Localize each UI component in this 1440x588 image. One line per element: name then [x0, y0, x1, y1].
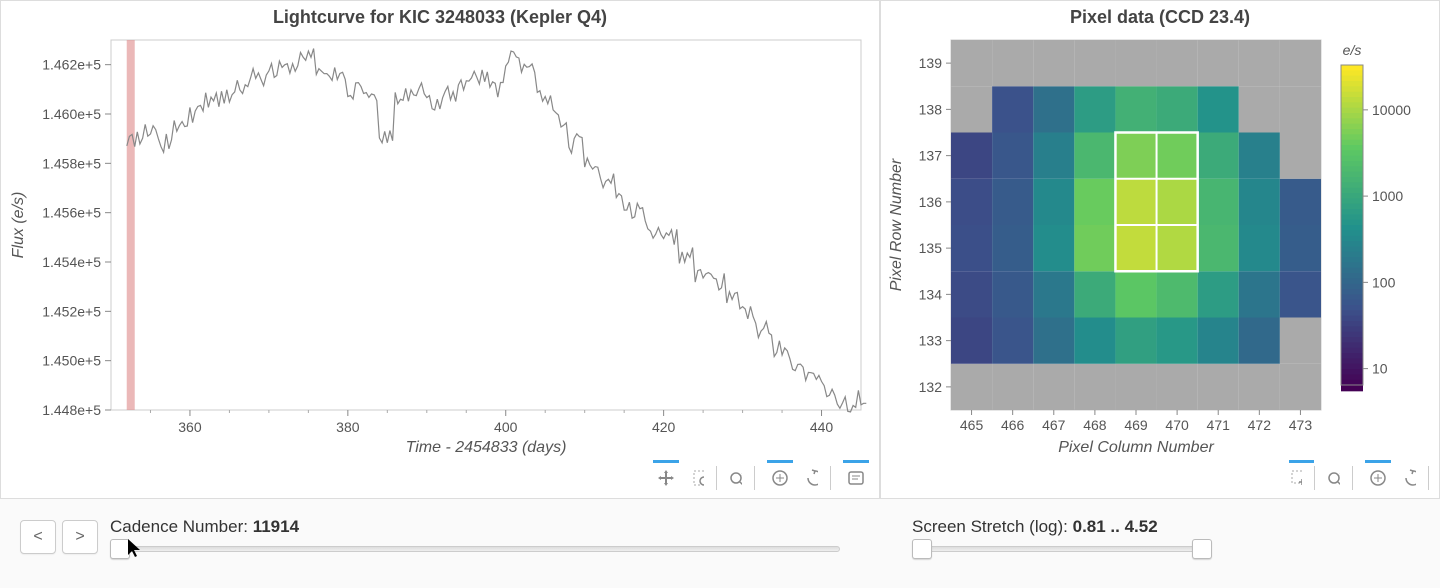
svg-text:10: 10 — [1372, 361, 1388, 377]
svg-text:100: 100 — [1372, 274, 1396, 290]
cadence-slider[interactable] — [110, 541, 840, 557]
svg-text:466: 466 — [1001, 417, 1025, 433]
svg-text:360: 360 — [178, 419, 202, 435]
svg-text:440: 440 — [810, 419, 834, 435]
cadence-value: 11914 — [253, 517, 299, 536]
stretch-label: Screen Stretch (log): 0.81 .. 4.52 — [912, 517, 1212, 537]
stretch-slider-thumb-low[interactable] — [912, 539, 932, 559]
lightcurve-toolbar — [1, 460, 879, 498]
svg-text:135: 135 — [919, 240, 943, 256]
svg-text:400: 400 — [494, 419, 518, 435]
svg-text:139: 139 — [919, 55, 943, 71]
svg-text:132: 132 — [919, 379, 943, 395]
stretch-value: 0.81 .. 4.52 — [1073, 517, 1158, 536]
cadence-slider-thumb[interactable] — [110, 539, 130, 559]
wheelzoom-icon[interactable] — [729, 466, 755, 490]
svg-text:472: 472 — [1248, 417, 1272, 433]
stretch-label-text: Screen Stretch (log): — [912, 517, 1073, 536]
svg-text:e/s: e/s — [1343, 42, 1362, 58]
cursor-icon — [128, 539, 144, 561]
svg-text:1.454e+5: 1.454e+5 — [42, 254, 101, 270]
svg-text:473: 473 — [1289, 417, 1313, 433]
svg-text:468: 468 — [1083, 417, 1107, 433]
svg-text:467: 467 — [1042, 417, 1066, 433]
svg-text:469: 469 — [1124, 417, 1148, 433]
svg-text:470: 470 — [1165, 417, 1189, 433]
svg-text:134: 134 — [919, 286, 943, 302]
wheelzoom-icon[interactable] — [1327, 466, 1353, 490]
svg-text:1000: 1000 — [1372, 188, 1403, 204]
pan-icon[interactable] — [653, 466, 679, 490]
pixel-toolbar — [881, 460, 1439, 498]
pixel-chart: Pixel data (CCD 23.4) 465 466 467 468 469 470… — [880, 0, 1440, 499]
svg-text:10000: 10000 — [1372, 102, 1411, 118]
svg-text:Pixel Row Number: Pixel Row Number — [888, 158, 905, 291]
svg-text:465: 465 — [960, 417, 984, 433]
svg-text:1.460e+5: 1.460e+5 — [42, 106, 101, 122]
hover-icon[interactable] — [843, 466, 869, 490]
svg-text:Flux (e/s): Flux (e/s) — [10, 192, 27, 259]
svg-text:1.458e+5: 1.458e+5 — [42, 155, 101, 171]
stretch-slider-thumb-high[interactable] — [1192, 539, 1212, 559]
prev-cadence-button[interactable]: < — [20, 520, 56, 554]
svg-text:136: 136 — [919, 194, 943, 210]
svg-text:1.448e+5: 1.448e+5 — [42, 402, 101, 418]
stretch-slider[interactable] — [912, 541, 1212, 557]
cadence-label-text: Cadence Number: — [110, 517, 253, 536]
svg-text:380: 380 — [336, 419, 360, 435]
boxselect-icon[interactable] — [767, 466, 793, 490]
pixel-plot[interactable]: 465 466 467 468 469 470 471 472 473 132 133 134 135 1… — [881, 30, 1440, 460]
svg-text:420: 420 — [652, 419, 676, 435]
lightcurve-plot[interactable]: 360 380 400 420 440 1.448e+5 1.450e+5 1.452e+5 1… — [1, 30, 881, 460]
cadence-label: Cadence Number: 11914 — [110, 517, 840, 537]
svg-text:137: 137 — [919, 148, 943, 164]
next-cadence-button[interactable]: > — [62, 520, 98, 554]
svg-text:Pixel Column Number: Pixel Column Number — [1058, 439, 1214, 456]
controls-bar: < > Cadence Number: 11914 Screen Stretch… — [0, 499, 1440, 565]
svg-text:1.456e+5: 1.456e+5 — [42, 205, 101, 221]
svg-text:Time - 2454833 (days): Time - 2454833 (days) — [406, 439, 567, 456]
svg-text:138: 138 — [919, 101, 943, 117]
lightcurve-chart: Lightcurve for KIC 3248033 (Kepler Q4) 3… — [0, 0, 880, 499]
svg-text:1.462e+5: 1.462e+5 — [42, 57, 101, 73]
pixel-title: Pixel data (CCD 23.4) — [881, 1, 1439, 30]
svg-text:133: 133 — [919, 333, 943, 349]
reset-icon[interactable] — [1403, 466, 1429, 490]
svg-text:1.450e+5: 1.450e+5 — [42, 353, 101, 369]
boxzoom-icon[interactable] — [691, 466, 717, 490]
svg-text:1.452e+5: 1.452e+5 — [42, 303, 101, 319]
reset-icon[interactable] — [805, 466, 831, 490]
lightcurve-title: Lightcurve for KIC 3248033 (Kepler Q4) — [1, 1, 879, 30]
svg-text:471: 471 — [1207, 417, 1231, 433]
boxselect-icon[interactable] — [1365, 466, 1391, 490]
tap-icon[interactable] — [1289, 466, 1315, 490]
